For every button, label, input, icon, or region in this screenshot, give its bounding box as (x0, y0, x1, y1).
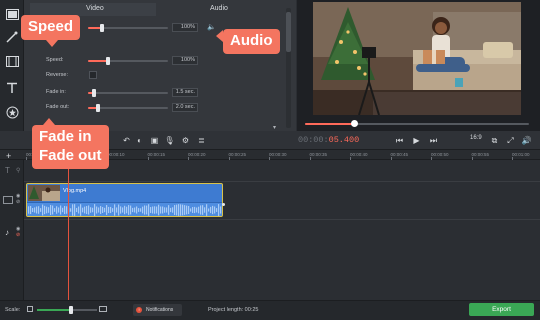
row1-slider[interactable] (88, 24, 168, 32)
project-length: Project length: 00:25 (208, 307, 259, 313)
fade-out-value-field[interactable]: 2.0 sec. (172, 103, 198, 112)
collapse-chevron-icon[interactable]: ▾ (273, 124, 276, 131)
speed-callout: Speed (21, 15, 81, 40)
audio-callout: Audio (223, 29, 280, 54)
timecode-frame: 05.400 (328, 135, 360, 145)
fade-callout-pointer (43, 118, 55, 125)
speed-callout-pointer (46, 40, 58, 47)
track-header (0, 160, 24, 300)
scale-slider[interactable] (37, 306, 97, 314)
track-divider (24, 219, 540, 220)
notifications-button[interactable]: ! Notifications (133, 304, 182, 316)
link-icon[interactable]: ⚲ (16, 167, 20, 174)
previous-frame-icon[interactable]: ⏮ (394, 135, 405, 146)
color-adjust-icon[interactable]: ◐ (134, 135, 145, 146)
microphone-icon[interactable]: 🎙 (164, 135, 175, 146)
music-track-icon: ♪ (5, 228, 9, 237)
track-visibility-icon[interactable]: ◉ ⊘ (16, 193, 20, 205)
video-preview-frame[interactable] (313, 2, 521, 115)
reverse-checkbox[interactable] (89, 71, 97, 79)
tab-video-label: Video (86, 5, 104, 12)
playhead[interactable] (68, 160, 69, 300)
zoom-out-icon[interactable] (27, 306, 33, 312)
row1-value-field[interactable]: 100% (172, 23, 198, 32)
fade-callout-line1: Fade in (39, 128, 92, 145)
fade-in-label: Fade in: (46, 89, 66, 95)
fade-callout: Fade in Fade out (32, 125, 109, 169)
ruler-tick-label: 00:00:20 (188, 152, 206, 157)
gear-icon[interactable]: ⚙ (180, 135, 191, 146)
import-icon[interactable] (4, 6, 20, 22)
ruler-tick-label: 00:01:00 (512, 152, 530, 157)
magic-wand-icon[interactable] (4, 29, 20, 45)
popout-icon[interactable]: ⧉ (489, 135, 500, 146)
video-clip[interactable]: Vlog.mp4 (26, 183, 223, 217)
mute-track-icon[interactable]: ◉ ⊘ (16, 226, 20, 238)
ruler-tick-label: 00:00:10 (107, 152, 125, 157)
ruler-tick-label: 00:00:45 (390, 152, 409, 157)
audio-waveform (27, 202, 222, 216)
next-frame-icon[interactable]: ⏭ (428, 135, 439, 146)
reverse-label: Reverse: (46, 72, 69, 78)
ruler-tick-label: 00:00:30 (269, 152, 287, 157)
speed-value-field[interactable]: 100% (172, 56, 198, 65)
play-icon[interactable]: ▶ (411, 135, 422, 146)
ruler-tick-label: 00:00:55 (471, 152, 490, 157)
ruler-tick-label: 00:00:25 (228, 152, 247, 157)
tab-audio-label[interactable]: Audio (210, 5, 228, 17)
playback-progress-bar[interactable] (305, 120, 529, 127)
timecode-elapsed: 00:00: (298, 135, 329, 145)
aspect-ratio-button[interactable]: 16:9 (470, 135, 482, 141)
fade-in-slider[interactable] (88, 89, 168, 97)
fade-in-value-field[interactable]: 1.5 sec. (172, 88, 198, 97)
video-track-icon (3, 196, 13, 204)
fade-out-label: Fade out: (46, 104, 70, 110)
ruler-tick-label: 00:00:15 (147, 152, 166, 157)
fullscreen-icon[interactable]: ⤢ (505, 135, 516, 146)
ruler-tick-label: 00:00:35 (309, 152, 328, 157)
speed-label: Speed: (46, 57, 64, 63)
stickers-icon[interactable] (4, 104, 20, 120)
equalizer-icon[interactable]: ≣ (196, 135, 207, 146)
timecode: 00:00:05.400 (298, 135, 359, 145)
clip-name: Vlog.mp4 (63, 188, 87, 194)
export-button[interactable]: Export (469, 303, 534, 316)
clip-properties-icon[interactable] (4, 53, 20, 69)
audio-callout-pointer (216, 30, 223, 42)
crop-icon[interactable]: ▣ (149, 135, 160, 146)
alert-icon: ! (136, 307, 142, 313)
undo-icon[interactable]: ↶ (121, 135, 132, 146)
clip-thumbnail (28, 185, 60, 201)
speed-slider[interactable] (88, 57, 168, 65)
text-track-icon: T (5, 166, 10, 175)
fade-callout-line2: Fade out (39, 146, 102, 164)
zoom-in-icon[interactable] (99, 306, 107, 312)
add-track-icon[interactable]: + (6, 151, 11, 161)
fade-out-slider[interactable] (88, 104, 168, 112)
titles-icon[interactable] (4, 80, 20, 96)
speaker-icon[interactable]: 🔈 (207, 23, 216, 31)
ruler-tick-label: 00:00:40 (350, 152, 368, 157)
track-divider (24, 181, 540, 182)
ruler-tick-label: 00:00:50 (431, 152, 449, 157)
scale-label: Scale: (5, 307, 21, 313)
volume-icon[interactable]: 🔊 (521, 135, 532, 146)
clip-trim-handle[interactable] (222, 203, 225, 206)
notifications-label: Notifications (146, 307, 174, 313)
properties-scrollbar[interactable] (286, 8, 291, 128)
